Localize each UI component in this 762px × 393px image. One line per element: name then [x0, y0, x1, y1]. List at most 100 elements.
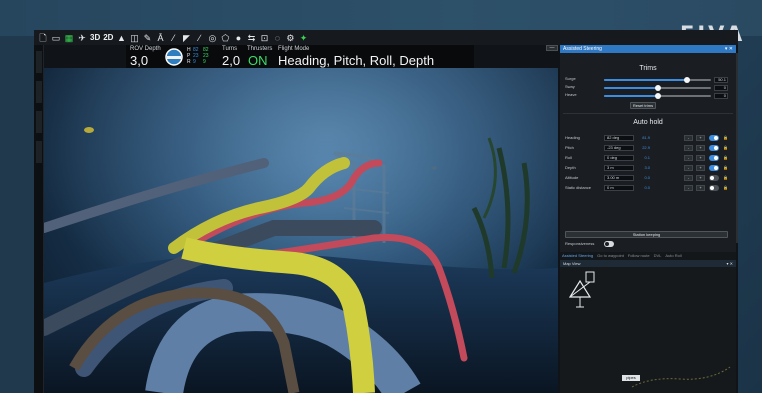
roll-indicator-target: 9: [203, 59, 206, 65]
auto-hold-setpoint-input[interactable]: 0 m: [604, 185, 634, 191]
sphere-icon[interactable]: ●: [233, 33, 243, 43]
auto-hold-setpoint-input[interactable]: 0 deg: [604, 155, 634, 161]
trim-slider[interactable]: [604, 77, 711, 83]
map-view-title-bar: Map View ▾ ✕: [560, 260, 736, 267]
file-icon[interactable]: 🗋: [38, 33, 48, 43]
trim-value[interactable]: 0: [714, 85, 728, 91]
trim-label: Heave: [565, 92, 577, 97]
tab-follow-route[interactable]: Follow route: [628, 252, 650, 260]
trim-value[interactable]: 50.1: [714, 77, 728, 83]
auto-hold-decrement-button[interactable]: -: [684, 155, 693, 161]
pencil-icon[interactable]: ✎: [142, 33, 152, 43]
auto-hold-toggle[interactable]: [709, 155, 719, 161]
auto-hold-setpoint-input[interactable]: 3 m: [604, 165, 634, 171]
attitude-icon: [165, 48, 183, 66]
tab-auto-roll[interactable]: Auto Roll: [665, 252, 681, 260]
auto-hold-setpoint-input[interactable]: 3.00 m: [604, 175, 634, 181]
strip-tab[interactable]: [36, 51, 42, 73]
gear-icon[interactable]: ⚙: [285, 33, 295, 43]
attitude-readout: H 82 82 P 23 23 R 9 9: [187, 47, 213, 67]
auto-hold-toggle[interactable]: [709, 135, 719, 141]
auto-hold-title: Auto hold: [633, 119, 663, 126]
line-icon[interactable]: ⁄: [168, 33, 178, 43]
trim-slider-knob[interactable]: [654, 93, 661, 99]
auto-hold-setpoint-input[interactable]: -23 deg: [604, 145, 634, 151]
auto-hold-increment-button[interactable]: +: [696, 165, 705, 171]
curve-icon[interactable]: ∕: [194, 33, 204, 43]
auto-hold-decrement-button[interactable]: -: [684, 175, 693, 181]
auto-hold-label: Altitude: [565, 175, 579, 180]
trim-slider-knob[interactable]: [684, 77, 691, 83]
tab-dvl[interactable]: DVL: [654, 252, 662, 260]
auto-hold-label: Roll: [565, 155, 572, 160]
auto-hold-toggle[interactable]: [709, 165, 719, 171]
auto-hold-increment-button[interactable]: +: [696, 145, 705, 151]
auto-hold-current-value: 0.0: [644, 175, 650, 180]
map-window-controls[interactable]: ▾ ✕: [727, 260, 733, 267]
panel-scrollbar[interactable]: [736, 53, 738, 243]
folder-icon[interactable]: ▭: [51, 33, 61, 43]
trim-slider-fill: [604, 79, 688, 81]
save-icon[interactable]: ▦: [64, 33, 74, 43]
thrusters-value: ON: [248, 53, 268, 68]
reset-trims-button[interactable]: Reset trims: [630, 102, 656, 109]
trim-slider[interactable]: [604, 93, 711, 99]
trim-slider-fill: [604, 87, 658, 89]
auto-hold-increment-button[interactable]: +: [696, 155, 705, 161]
auto-hold-decrement-button[interactable]: -: [684, 135, 693, 141]
auto-hold-toggle[interactable]: [709, 175, 719, 181]
strip-tab[interactable]: [36, 141, 42, 163]
trim-slider[interactable]: [604, 85, 711, 91]
pentagon-icon[interactable]: ⬠: [220, 33, 230, 43]
tab-go-to-waypoint[interactable]: Go to waypoint: [597, 252, 624, 260]
turns-label: Turns: [222, 46, 238, 52]
map-view[interactable]: pipes: [560, 267, 736, 393]
lock-icon[interactable]: 🔒: [723, 155, 728, 161]
auto-hold-increment-button[interactable]: +: [696, 175, 705, 181]
thrusters-label: Thrusters: [247, 46, 273, 52]
auto-hold-current-value: 22.9: [642, 145, 650, 150]
view-3d-button[interactable]: 3D: [90, 33, 100, 43]
lock-icon[interactable]: 🔒: [723, 165, 728, 171]
steering-icon[interactable]: ⇆: [246, 33, 256, 43]
auto-hold-increment-button[interactable]: +: [696, 135, 705, 141]
lock-icon[interactable]: 🔒: [723, 175, 728, 181]
panel-window-controls[interactable]: ▾ ✕: [725, 45, 733, 53]
strip-tab[interactable]: [36, 111, 42, 133]
auto-hold-label: Depth: [565, 165, 576, 170]
auto-hold-toggle[interactable]: [709, 185, 719, 191]
auto-hold-decrement-button[interactable]: -: [684, 145, 693, 151]
panel-title-bar: Assisted Steering ▾ ✕: [560, 45, 736, 53]
book-icon[interactable]: ◫: [129, 33, 139, 43]
underwater-scene: [44, 68, 558, 393]
assisted-steering-panel: Assisted Steering ▾ ✕ Trims Surge 50.1 Sw…: [560, 45, 736, 393]
auto-hold-toggle[interactable]: [709, 145, 719, 151]
auto-hold-setpoint-input[interactable]: 82 deg: [604, 135, 634, 141]
arrow-up-icon[interactable]: ▲: [116, 33, 126, 43]
arrow-icon[interactable]: ◤: [181, 33, 191, 43]
rov-depth-label: ROV Depth: [130, 46, 161, 52]
auto-hold-decrement-button[interactable]: -: [684, 185, 693, 191]
satellite-icon[interactable]: ✈: [77, 33, 87, 43]
lock-icon[interactable]: 🔒: [723, 145, 728, 151]
responsiveness-toggle[interactable]: [604, 241, 614, 247]
gamepad-icon[interactable]: ✦: [298, 33, 308, 43]
auto-hold-increment-button[interactable]: +: [696, 185, 705, 191]
trim-slider-knob[interactable]: [654, 85, 661, 91]
camera-icon[interactable]: ⊡: [259, 33, 269, 43]
auto-hold-current-value: 0.0: [644, 185, 650, 190]
station-keeping-button[interactable]: Station keeping: [565, 231, 728, 238]
box-icon[interactable]: ◌: [272, 33, 282, 43]
3d-viewport[interactable]: [44, 68, 558, 393]
target-icon[interactable]: ◎: [207, 33, 217, 43]
view-2d-button[interactable]: 2D: [103, 33, 113, 43]
map-view-title: Map View: [563, 261, 581, 266]
lock-icon[interactable]: 🔒: [723, 185, 728, 191]
strip-tab[interactable]: [36, 81, 42, 103]
minimize-button[interactable]: —: [546, 45, 558, 51]
text-icon[interactable]: Ā: [155, 33, 165, 43]
auto-hold-decrement-button[interactable]: -: [684, 165, 693, 171]
flight-mode-value: Heading, Pitch, Roll, Depth: [278, 53, 435, 68]
trim-value[interactable]: 0: [714, 93, 728, 99]
lock-icon[interactable]: 🔒: [723, 135, 728, 141]
